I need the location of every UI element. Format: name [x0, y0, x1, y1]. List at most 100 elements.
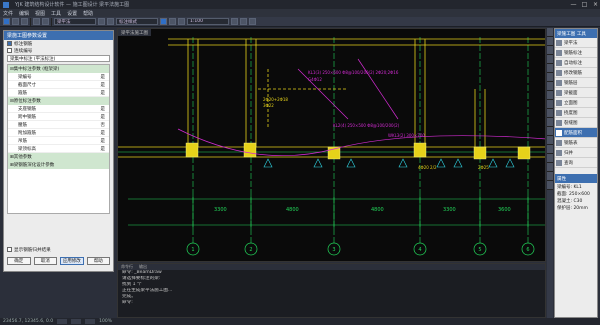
tool-item[interactable]: 立面图	[555, 98, 597, 108]
tree-item[interactable]: 截面尺寸 是	[8, 81, 109, 89]
apply-button[interactable]: 应用修改	[60, 257, 84, 265]
help-button[interactable]: 帮助	[86, 257, 110, 265]
tool-item-active[interactable]: 配筋面积	[555, 128, 597, 138]
option-row[interactable]: 连续编号	[4, 47, 113, 54]
new-file-icon[interactable]	[3, 18, 10, 25]
tree-group[interactable]: ⊞ 梁钢筋深化设计参数	[8, 161, 109, 169]
tool-icon[interactable]	[547, 55, 553, 64]
tree-item[interactable]: 梁顶标高 是	[8, 145, 109, 153]
tool-item[interactable]: 查询	[555, 158, 597, 168]
annotation-type-dropdown[interactable]: 梁集中标注 (平法标注)	[7, 55, 110, 62]
undo-icon[interactable]	[33, 18, 40, 25]
tool-icon	[556, 69, 562, 76]
style-select[interactable]: 标注样式	[116, 18, 158, 25]
ok-button[interactable]: 确定	[7, 257, 31, 265]
tree-item[interactable]: 腰筋 否	[8, 121, 109, 129]
tree-item[interactable]: 梁编号 是	[8, 73, 109, 81]
ortho-toggle[interactable]	[85, 319, 96, 324]
color-icon[interactable]	[107, 18, 114, 25]
tree-item-value[interactable]: 是	[101, 146, 106, 152]
cancel-button[interactable]: 取消	[33, 257, 57, 265]
tree-item-value[interactable]: 是	[101, 106, 106, 112]
tool-icon[interactable]	[547, 181, 553, 190]
tree-item[interactable]: 箍筋 是	[8, 89, 109, 97]
properties-title: 属性	[555, 174, 597, 183]
tool-item[interactable]: 归并	[555, 148, 597, 158]
tool-item[interactable]: 裂缝图	[555, 118, 597, 128]
menu-file[interactable]: 文件	[3, 10, 13, 17]
tool-icon[interactable]	[547, 127, 553, 136]
tool-icon[interactable]	[547, 73, 553, 82]
menu-help[interactable]: 帮助	[83, 10, 93, 17]
tree-item[interactable]: 跨中钢筋 是	[8, 113, 109, 121]
zoom-icon[interactable]	[169, 18, 176, 25]
tree-item-value[interactable]: 是	[101, 114, 106, 120]
tree-item[interactable]: 吊筋 是	[8, 137, 109, 145]
tree-item-value[interactable]: 是	[101, 82, 106, 88]
checkbox[interactable]	[7, 247, 12, 252]
tool-icon[interactable]	[547, 109, 553, 118]
pan-icon[interactable]	[178, 18, 185, 25]
tool-icon[interactable]	[547, 28, 553, 37]
snap-icon[interactable]	[240, 18, 247, 25]
tool-icon[interactable]	[547, 82, 553, 91]
tool-item[interactable]: 挠度图	[555, 108, 597, 118]
tool-item[interactable]: 自动标注	[555, 58, 597, 68]
footer-option[interactable]: 显示钢筋归并结果	[4, 246, 51, 253]
close-button[interactable]: ×	[591, 1, 600, 8]
tool-icon[interactable]	[547, 46, 553, 55]
tool-item[interactable]: 梁截面	[555, 88, 597, 98]
drawing-canvas[interactable]: 梁平法施工图 2Φ20+2Φ18 3Φ22 4Φ20 2/2 2Φ25 KL1(…	[117, 28, 546, 262]
tree-item-value[interactable]: 是	[101, 74, 106, 80]
tree-item[interactable]: 支座钢筋 是	[8, 105, 109, 113]
tool-icon[interactable]	[547, 91, 553, 100]
tree-item[interactable]: 附加箍筋 是	[8, 129, 109, 137]
checkbox[interactable]	[7, 41, 12, 46]
tool-icon	[556, 59, 562, 66]
tree-item-value[interactable]: 否	[101, 122, 106, 128]
minimize-button[interactable]: —	[569, 1, 578, 8]
tool-item[interactable]: 修改钢筋	[555, 68, 597, 78]
tree-item-value[interactable]: 是	[101, 130, 106, 136]
tool-icon[interactable]	[547, 64, 553, 73]
tool-icon[interactable]	[547, 154, 553, 163]
tool-icon[interactable]	[547, 100, 553, 109]
redo-icon[interactable]	[42, 18, 49, 25]
open-file-icon[interactable]	[12, 18, 19, 25]
checkbox[interactable]	[7, 48, 12, 53]
scale-select[interactable]: 1:100	[187, 18, 229, 25]
tree-item-value[interactable]: 是	[101, 90, 106, 96]
tree-item-value[interactable]: 是	[101, 138, 106, 144]
tool-item[interactable]: 钢筋表	[555, 138, 597, 148]
tool-icon[interactable]	[547, 37, 553, 46]
menu-settings[interactable]: 设置	[67, 10, 77, 17]
match-icon[interactable]	[160, 18, 167, 25]
layer-select[interactable]: 梁平法	[54, 18, 96, 25]
menu-view[interactable]: 视图	[35, 10, 45, 17]
grid-toggle[interactable]	[71, 319, 82, 324]
tool-item[interactable]: 钢筋层	[555, 78, 597, 88]
axis-bubbles	[186, 242, 535, 256]
tree-group[interactable]: ⊟ 集中标注参数 (框架梁)	[8, 65, 109, 73]
toolbar-divider	[51, 17, 52, 26]
tool-item[interactable]: 钢筋标注	[555, 48, 597, 58]
grid-icon[interactable]	[231, 18, 238, 25]
maximize-button[interactable]: □	[580, 1, 589, 8]
option-row[interactable]: 标注钢筋	[4, 40, 113, 47]
save-icon[interactable]	[21, 18, 28, 25]
tree-group[interactable]: ⊟ 原位标注参数	[8, 97, 109, 105]
menu-tools[interactable]: 工具	[51, 10, 61, 17]
tool-icon[interactable]	[547, 118, 553, 127]
tool-icon[interactable]	[547, 145, 553, 154]
command-input[interactable]: 命令:	[118, 300, 545, 306]
layer-icon[interactable]	[98, 18, 105, 25]
ortho-icon[interactable]	[249, 18, 256, 25]
tool-item[interactable]: 梁平法	[555, 38, 597, 48]
tool-icon[interactable]	[547, 163, 553, 172]
tool-icon[interactable]	[547, 136, 553, 145]
tool-icon[interactable]	[547, 172, 553, 181]
snap-toggle[interactable]	[57, 319, 68, 324]
beam-annotation-4: WKL3(2) 300×700	[388, 133, 425, 138]
tree-group[interactable]: ⊞ 其他参数	[8, 153, 109, 161]
menu-edit[interactable]: 编辑	[19, 10, 29, 17]
